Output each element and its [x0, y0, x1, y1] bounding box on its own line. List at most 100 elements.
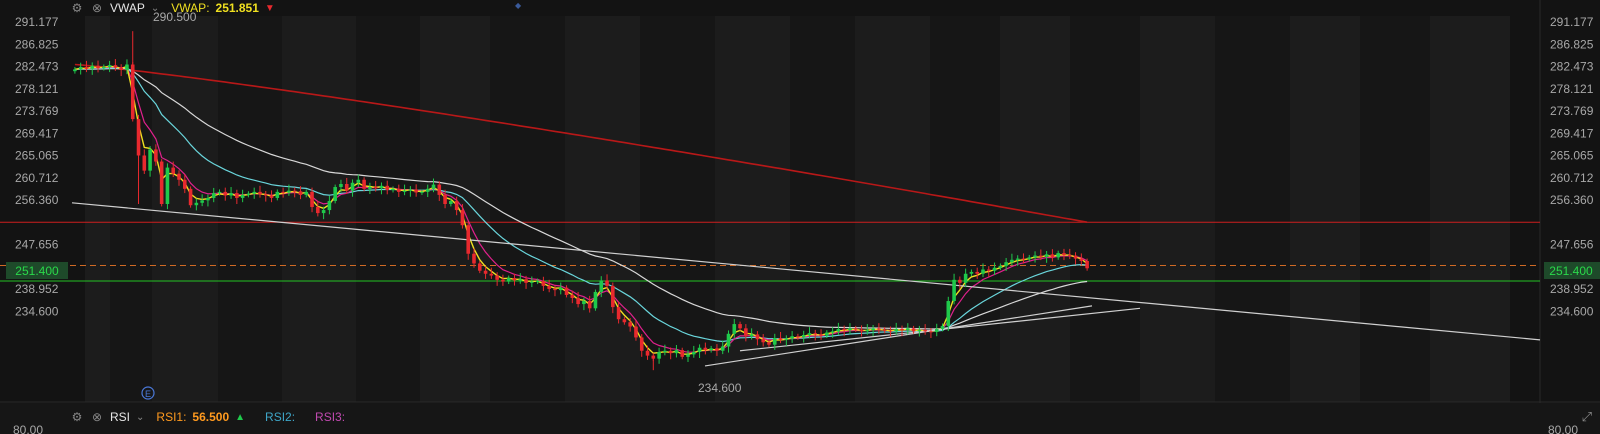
candle-body — [362, 179, 366, 189]
y-tick-label-left: 247.656 — [15, 238, 59, 252]
candle-body — [518, 279, 523, 281]
candle-body — [333, 187, 337, 201]
candle-body — [217, 191, 222, 194]
candle-body — [842, 328, 846, 331]
candle-body — [657, 351, 661, 359]
y-tick-label-left: 260.712 — [15, 171, 59, 185]
session-band — [1140, 16, 1215, 402]
candle-body — [339, 183, 343, 188]
candle-body — [986, 269, 991, 271]
candle-body — [200, 200, 204, 203]
close-circle-icon[interactable]: ⊗ — [90, 1, 104, 15]
session-band — [640, 16, 715, 402]
candle-body — [119, 67, 123, 70]
candle-body — [744, 328, 748, 337]
current-price-label-left: 251.400 — [15, 264, 59, 278]
candle-body — [327, 200, 332, 211]
candle-body — [946, 301, 951, 326]
settings-gear-icon[interactable]: ⚙ — [70, 1, 84, 15]
candle-body — [917, 330, 922, 332]
candle-body — [252, 191, 256, 194]
settings-gear-icon[interactable]: ⚙ — [70, 410, 84, 424]
candle-body — [489, 273, 494, 276]
candle-body — [784, 338, 789, 340]
y-tick-label-right: 286.825 — [1550, 37, 1594, 51]
candle-body — [373, 187, 378, 189]
candle-body — [449, 200, 453, 204]
candle-body — [611, 285, 615, 308]
rsi-indicator-name[interactable]: RSI — [110, 410, 130, 424]
candle-body — [90, 65, 95, 69]
candle-body — [84, 66, 89, 69]
session-band — [356, 16, 420, 402]
candle-body — [177, 173, 181, 180]
rsi1-value: 56.500 — [192, 410, 230, 424]
candle-body — [1033, 255, 1037, 258]
y-tick-label-right: 269.417 — [1550, 126, 1594, 140]
candle-body — [547, 285, 551, 289]
candle-body — [414, 189, 418, 193]
candle-body — [246, 193, 251, 195]
rsi-partial-tick: 80.00 — [1548, 423, 1578, 434]
candle-body — [934, 328, 939, 332]
candle-body — [477, 263, 482, 271]
candle-body — [767, 342, 771, 345]
candle-body — [240, 194, 245, 198]
candle-body — [408, 189, 413, 191]
triangle-down-icon: ▼ — [264, 2, 275, 14]
expand-icon[interactable]: ⤢ — [1582, 409, 1592, 425]
candle-body — [472, 253, 476, 264]
current-price-label-right: 251.400 — [1549, 264, 1593, 278]
candle-body — [813, 333, 818, 335]
y-tick-label-right: 265.065 — [1550, 149, 1594, 163]
rsi-partial-tick-left: 80.00 — [13, 423, 43, 434]
candle-body — [1050, 254, 1055, 258]
close-circle-icon[interactable]: ⊗ — [90, 410, 104, 424]
candle-body — [275, 191, 280, 198]
candle-body — [778, 338, 783, 340]
candle-body — [1010, 259, 1014, 263]
candle-body — [796, 336, 800, 338]
y-tick-label-left: 273.769 — [15, 104, 59, 118]
candle-body — [425, 188, 430, 192]
candle-body — [923, 330, 927, 332]
candle-body — [188, 188, 193, 206]
candle-body — [483, 270, 488, 274]
candle-body — [576, 298, 580, 305]
session-band — [930, 16, 1000, 402]
session-band — [1360, 16, 1430, 402]
candle-body — [587, 301, 592, 309]
candle-body — [495, 275, 499, 280]
candle-body — [906, 328, 910, 331]
chevron-down-icon[interactable]: ⌄ — [151, 3, 159, 14]
candle-body — [755, 334, 760, 340]
triangle-up-icon: ▲ — [235, 411, 246, 423]
candle-body — [298, 191, 303, 195]
chevron-down-icon[interactable]: ⌄ — [136, 412, 144, 423]
candle-body — [1015, 258, 1020, 260]
candle-body — [553, 288, 557, 291]
session-band — [1215, 16, 1290, 402]
session-band — [85, 16, 110, 402]
candle-body — [194, 202, 199, 206]
candle-body — [605, 280, 609, 286]
candle-body — [963, 273, 968, 283]
candle-body — [287, 190, 291, 193]
drawing-anchor-icon[interactable]: ◆ — [515, 1, 522, 10]
y-tick-label-right: 247.656 — [1550, 238, 1594, 252]
candle-body — [73, 69, 77, 72]
price-chart[interactable]: 291.177 291.177 286.825 286.825 282.473 282.4… — [0, 0, 1600, 434]
candle-body — [1004, 262, 1008, 266]
candle-body — [599, 280, 604, 292]
candle-body — [206, 197, 210, 201]
vwap-indicator-name[interactable]: VWAP — [110, 1, 145, 15]
candle-body — [402, 190, 407, 192]
candle-body — [211, 193, 216, 198]
candle-body — [558, 287, 563, 291]
candle-body — [385, 185, 390, 191]
candle-body — [269, 195, 274, 198]
candle-body — [420, 191, 424, 193]
candle-body — [749, 334, 754, 337]
candle-body — [975, 271, 980, 274]
candle-body — [888, 330, 893, 332]
